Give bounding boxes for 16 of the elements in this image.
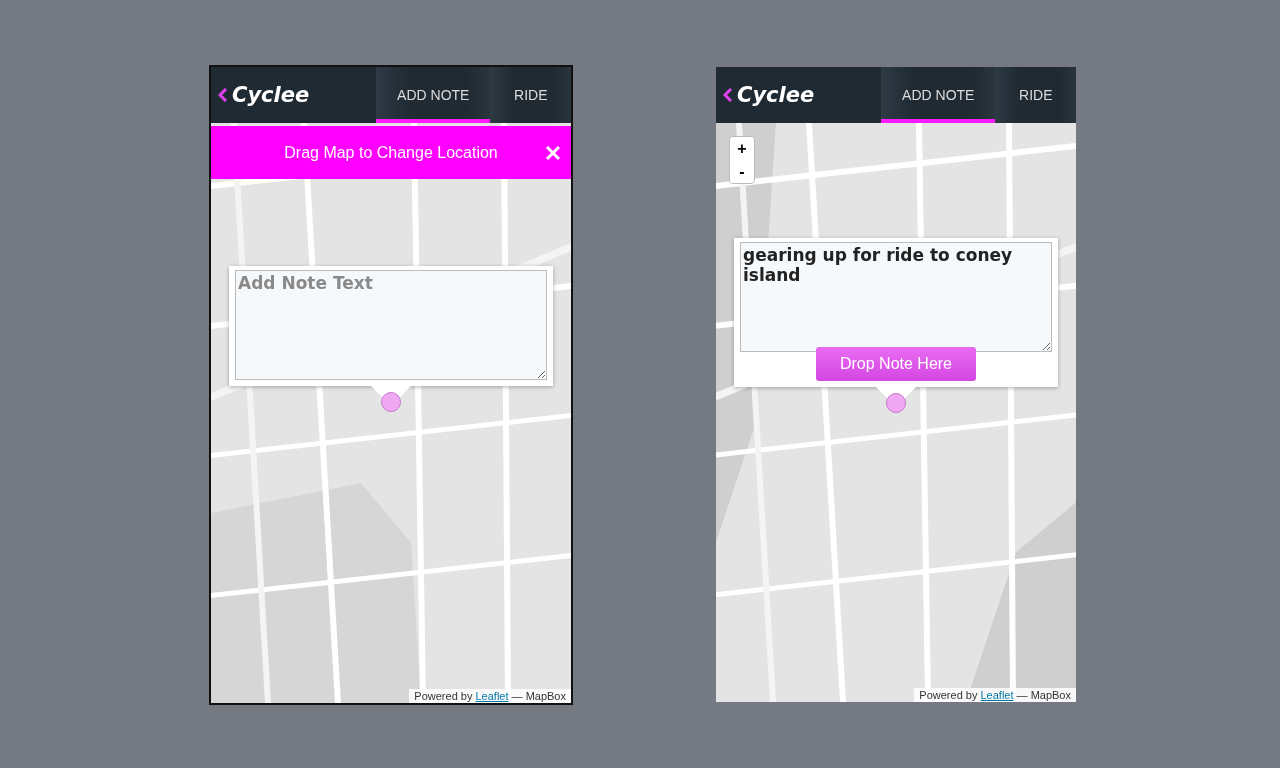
banner-text: Drag Map to Change Location — [284, 143, 498, 162]
nav-tab[interactable]: ADD NOTE — [376, 67, 491, 123]
back-icon[interactable] — [723, 88, 733, 102]
leaflet-link[interactable]: Leaflet — [980, 689, 1014, 701]
back-icon[interactable] — [218, 88, 228, 102]
nav-tab[interactable]: RIDE — [995, 67, 1076, 123]
note-field[interactable]: Add Note Text — [235, 270, 547, 380]
map-attribution: Powered by Leaflet — MapBox — [914, 688, 1076, 702]
nav-tab[interactable]: RIDE — [490, 67, 571, 123]
leaflet-link[interactable]: Leaflet — [475, 690, 509, 702]
close-icon[interactable] — [545, 145, 561, 161]
app-logo: Cyclee — [737, 83, 815, 107]
nav-tab[interactable]: ADD NOTE — [881, 67, 996, 123]
app-logo: Cyclee — [232, 83, 310, 107]
note-field[interactable]: gearing up for ride to coney island — [740, 242, 1052, 352]
map-attribution: Powered by Leaflet — MapBox — [409, 689, 571, 703]
